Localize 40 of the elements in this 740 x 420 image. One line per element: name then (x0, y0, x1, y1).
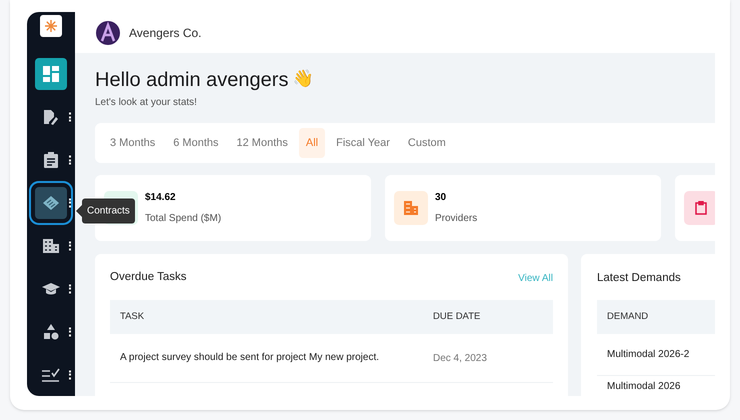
dashboard-icon (43, 66, 59, 82)
document-pen-icon (43, 109, 59, 126)
clipboard-icon (44, 152, 58, 168)
period-tab[interactable]: Fiscal Year (329, 128, 397, 158)
letter-a-logo-icon (95, 20, 121, 46)
column-header: DUE DATE (433, 310, 480, 324)
period-tab[interactable]: All (298, 128, 326, 158)
period-tab[interactable]: 3 Months (103, 128, 162, 158)
table-cell-text: A project survey should be sent for project My new project. (119, 351, 380, 365)
period-tab[interactable]: 6 Months (166, 128, 226, 158)
company-name: Avengers Co. (129, 24, 202, 42)
graduation-cap-icon (42, 282, 60, 296)
view-all-link[interactable]: View All (518, 270, 553, 286)
table-cell-text: Multimodal 2026-2 (606, 348, 690, 362)
shapes-icon (43, 324, 59, 340)
waving-hand-emoji: 👋 (292, 68, 314, 92)
tooltip: Contracts (82, 198, 135, 224)
table-cell-text: Dec 4, 2023 (432, 352, 487, 366)
greeting-subtitle: Let's look at your stats! (95, 96, 198, 110)
stat-value: 30 (435, 191, 448, 205)
app-logo[interactable] (40, 15, 62, 38)
period-tab[interactable]: Custom (400, 128, 453, 158)
column-header: TASK (119, 310, 146, 324)
table-cell-text: Multimodal 2026 (606, 380, 680, 394)
column-header: DEMAND (607, 310, 648, 324)
greeting-title: Hello admin avengers (95, 68, 288, 93)
period-tab[interactable]: 12 Months (230, 128, 295, 158)
card-title: Overdue Tasks (110, 270, 186, 286)
building-icon (404, 201, 418, 215)
checklist-icon (42, 368, 60, 382)
handshake-icon (42, 194, 60, 211)
sidebar-item[interactable] (35, 58, 67, 90)
stat-value: $14.62 (145, 191, 177, 205)
card-title: Latest Demands (597, 271, 682, 286)
asterisk-logo-icon (44, 19, 58, 34)
stat-label: Providers (435, 212, 478, 226)
clipboard-icon (695, 201, 707, 215)
stat-label: Total Spend ($M) (145, 212, 222, 226)
sidebar-item[interactable] (35, 186, 67, 219)
building-icon (43, 238, 59, 253)
